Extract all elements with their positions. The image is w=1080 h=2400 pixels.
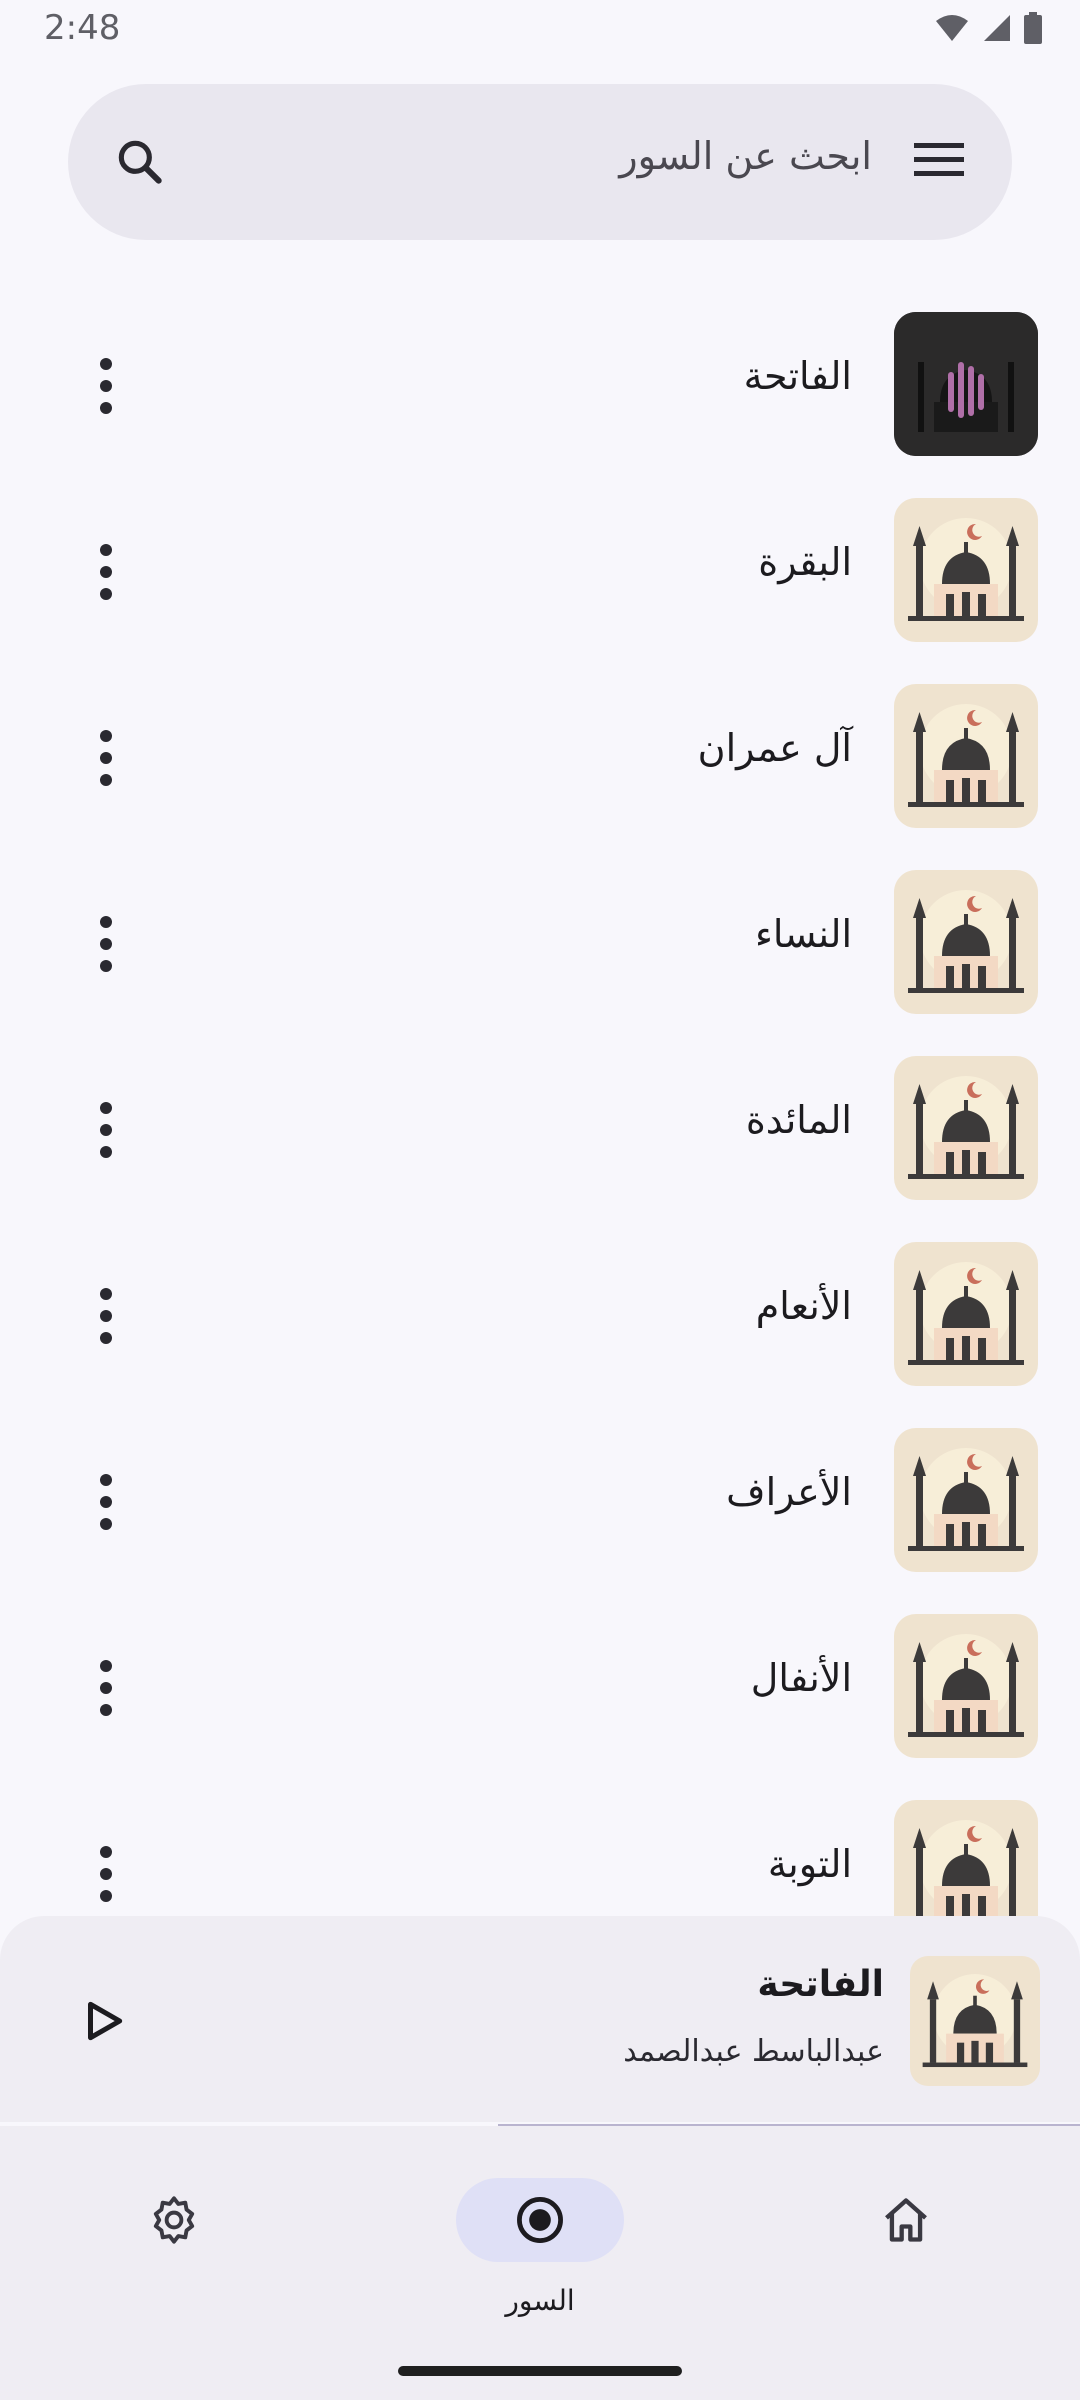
more-options-icon[interactable] xyxy=(84,1086,128,1174)
mosque-artwork-icon xyxy=(894,1428,1038,1572)
mosque-artwork-icon xyxy=(894,1242,1038,1386)
surah-row[interactable]: الأنفال xyxy=(0,1588,1080,1774)
surah-name: الأعراف xyxy=(726,1470,852,1514)
surah-name: الأنفال xyxy=(750,1656,852,1700)
surah-list[interactable]: الفاتحة البقرة آل عمران النساء المائدة ا… xyxy=(0,286,1080,1916)
status-icons xyxy=(934,12,1042,44)
status-bar: 2:48 xyxy=(0,0,1080,60)
surah-name: البقرة xyxy=(758,540,852,584)
menu-icon[interactable] xyxy=(914,140,964,184)
surah-row[interactable]: الفاتحة xyxy=(0,286,1080,472)
nav-settings[interactable] xyxy=(44,2154,304,2314)
surah-row[interactable]: آل عمران xyxy=(0,658,1080,844)
more-options-icon[interactable] xyxy=(84,900,128,988)
bottom-nav: السور xyxy=(0,2126,1080,2400)
mosque-artwork-icon xyxy=(894,1800,1038,1916)
surah-row[interactable]: الأنعام xyxy=(0,1216,1080,1402)
nav-surahs[interactable]: السور xyxy=(410,2154,670,2317)
wifi-icon xyxy=(936,15,968,41)
surah-row[interactable]: البقرة xyxy=(0,472,1080,658)
search-bar[interactable]: ابحث عن السور xyxy=(68,84,1012,240)
surah-name: النساء xyxy=(755,912,852,956)
play-icon[interactable] xyxy=(78,1996,128,2050)
search-input[interactable]: ابحث عن السور xyxy=(619,134,872,178)
player-title: الفاتحة xyxy=(757,1964,884,2005)
mosque-artwork-icon xyxy=(894,498,1038,642)
surah-name: التوبة xyxy=(767,1842,852,1886)
surah-row[interactable]: الأعراف xyxy=(0,1402,1080,1588)
surah-name: الأنعام xyxy=(755,1284,852,1328)
settings-icon xyxy=(148,2194,200,2250)
search-icon[interactable] xyxy=(112,134,168,194)
more-options-icon[interactable] xyxy=(84,1830,128,1916)
mosque-artwork-icon xyxy=(894,1614,1038,1758)
signal-icon xyxy=(984,15,1010,41)
surah-row[interactable]: المائدة xyxy=(0,1030,1080,1216)
home-icon xyxy=(880,2194,932,2250)
surah-row[interactable]: النساء xyxy=(0,844,1080,1030)
more-options-icon[interactable] xyxy=(84,714,128,802)
nav-home[interactable] xyxy=(776,2154,1036,2314)
mosque-artwork-icon xyxy=(894,1056,1038,1200)
now-playing-artwork-icon xyxy=(894,312,1038,456)
more-options-icon[interactable] xyxy=(84,1644,128,1732)
more-options-icon[interactable] xyxy=(84,1458,128,1546)
more-options-icon[interactable] xyxy=(84,1272,128,1360)
status-time: 2:48 xyxy=(44,8,121,48)
mosque-artwork-icon xyxy=(894,684,1038,828)
surah-name: المائدة xyxy=(745,1098,852,1142)
more-options-icon[interactable] xyxy=(84,342,128,430)
nav-surahs-label: السور xyxy=(505,2284,575,2317)
mini-player[interactable]: الفاتحة عبدالباسط عبدالصمد xyxy=(0,1916,1080,2122)
mosque-artwork-icon xyxy=(910,1956,1040,2086)
gesture-home-indicator[interactable] xyxy=(398,2366,682,2376)
mosque-artwork-icon xyxy=(894,870,1038,1014)
player-reciter: عبدالباسط عبدالصمد xyxy=(623,2034,884,2069)
surah-name: الفاتحة xyxy=(743,354,852,398)
record-icon xyxy=(514,2194,566,2250)
surah-row[interactable]: التوبة xyxy=(0,1774,1080,1916)
more-options-icon[interactable] xyxy=(84,528,128,616)
battery-icon xyxy=(1024,12,1042,44)
surah-name: آل عمران xyxy=(697,726,852,770)
